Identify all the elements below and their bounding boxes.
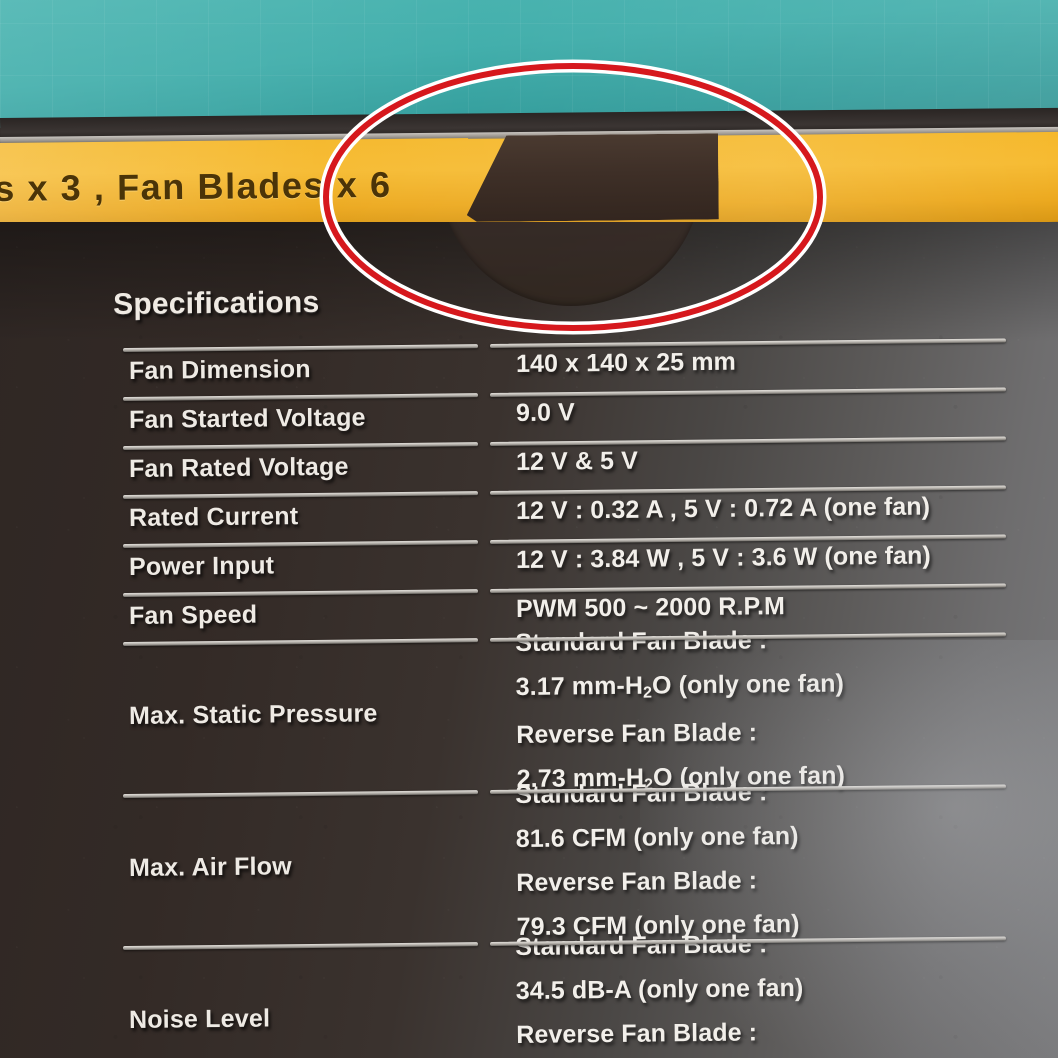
row-label: Rated Current: [128, 501, 299, 532]
row-label: Max. Static Pressure: [128, 699, 378, 730]
row-value-line: 12 V : 3.84 W , 5 V : 3.6 W (one fan): [515, 541, 932, 574]
row-value-line: Standard Fan Blade :: [515, 778, 768, 810]
row-value: 140 x 140 x 25 mm: [516, 339, 736, 385]
row-value-line: 34.5 dB-A (only one fan): [515, 973, 804, 1006]
torn-notch-area: [466, 133, 719, 222]
row-value-line: 12 V & 5 V: [515, 446, 639, 476]
row-value-line: 81.6 CFM (only one fan): [515, 821, 799, 854]
banner-text: s x 3 , Fan Blades x 6: [0, 163, 392, 209]
row-value-line: 3.17 mm-H2O (only one fan): [515, 669, 845, 702]
row-label: Fan Speed: [128, 600, 258, 630]
row-value: Standard Fan Blade : 34.5 dB-A (only one …: [515, 922, 804, 1058]
row-label: Fan Dimension: [128, 354, 311, 385]
row-label: Max. Air Flow: [128, 852, 292, 882]
row-value-line: Reverse Fan Blade :: [516, 1018, 758, 1049]
row-value-line: Standard Fan Blade :: [515, 626, 768, 658]
row-value-line: 12 V : 0.32 A , 5 V : 0.72 A (one fan): [515, 492, 931, 525]
row-value-line: Reverse Fan Blade :: [516, 866, 758, 897]
row-label: Power Input: [128, 550, 275, 581]
row-label: Fan Rated Voltage: [128, 452, 349, 483]
row-value-line: 9.0 V: [515, 397, 576, 427]
screenshot-root: s x 3 , Fan Blades x 6 Specifications Fa…: [0, 0, 1058, 1058]
row-value-line: Reverse Fan Blade :: [516, 718, 758, 749]
row-value: 12 V & 5 V: [516, 438, 638, 483]
row-value-line: Standard Fan Blade :: [515, 930, 768, 962]
row-value: 12 V : 0.32 A , 5 V : 0.72 A (one fan): [516, 484, 931, 532]
row-value-line: 140 x 140 x 25 mm: [515, 347, 737, 378]
row-label: Noise Level: [128, 1004, 271, 1034]
row-value: 9.0 V: [516, 390, 575, 435]
row-value: 12 V : 3.84 W , 5 V : 3.6 W (one fan): [516, 533, 931, 581]
page-title: Specifications: [113, 285, 320, 321]
row-label: Fan Started Voltage: [128, 402, 366, 434]
